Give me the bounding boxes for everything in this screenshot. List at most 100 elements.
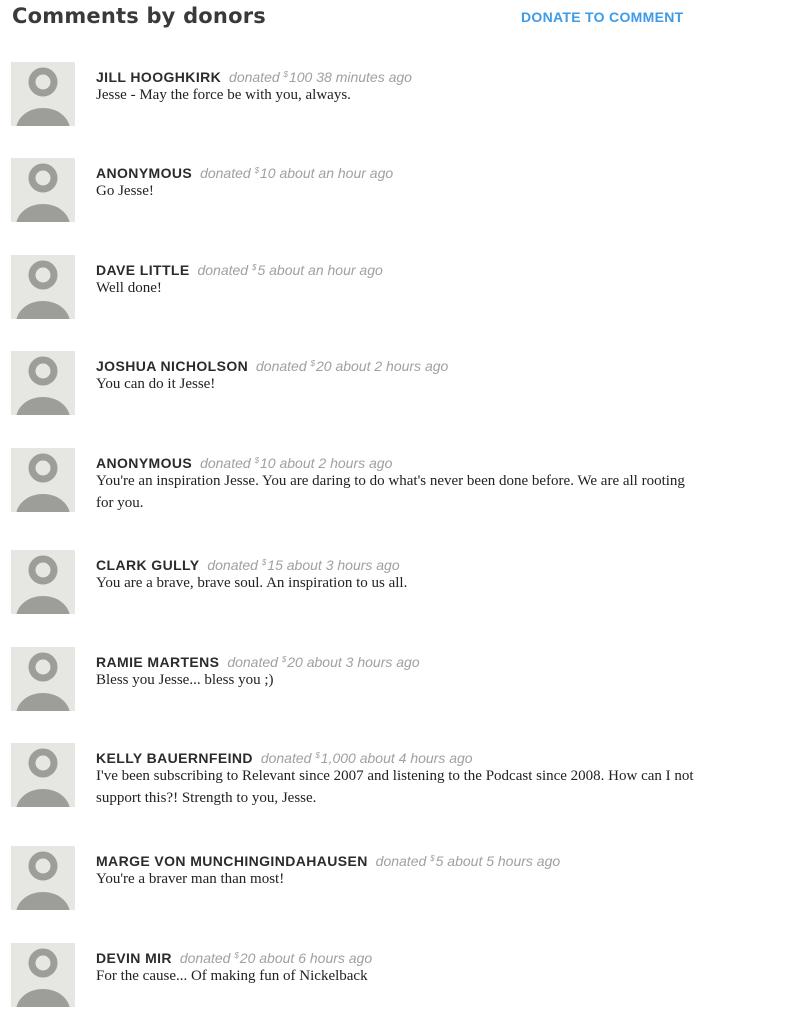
default-user-icon [16,260,70,319]
comment-text: Jesse - May the force be with you, alway… [96,87,351,103]
avatar[interactable] [11,351,75,415]
default-user-icon [16,652,70,711]
default-user-icon [16,356,70,415]
comment-meta: KELLY BAUERNFEIND donated $1,000 about 4… [96,747,473,767]
default-user-icon [16,163,70,222]
donated-word: donated [207,557,258,573]
comment-time: about 5 hours ago [447,853,561,869]
donated-word: donated [197,262,249,278]
comment-text: For the cause... Of making fun of Nickel… [96,968,368,984]
currency-symbol: $ [261,558,267,567]
comment-meta: DEVIN MIR donated $20 about 6 hours ago [96,947,372,967]
donation-amount: 20 [315,358,332,374]
donated-word: donated [200,455,251,471]
default-user-icon [16,453,70,512]
donation-amount: 20 [287,654,303,670]
comment-time: about an hour ago [269,262,383,278]
donation-info: donated $20 about 2 hours ago [256,358,448,374]
donation-amount: 15 [267,557,283,573]
currency-symbol: $ [315,751,320,760]
currency-symbol: $ [310,359,315,368]
currency-symbol: $ [254,456,260,465]
comment-text: You can do it Jesse! [96,376,216,392]
avatar[interactable] [11,846,75,910]
donation-amount: 5 [257,262,266,278]
comment-meta: ANONYMOUS donated $10 about an hour ago [96,162,393,182]
comment-text: You are a brave, brave soul. An inspirat… [96,575,408,591]
donor-name[interactable]: ANONYMOUS [96,165,192,181]
comment-meta: MARGE VON MUNCHINGINDAHAUSEN donated $5 … [96,850,560,870]
comment-text: Well done! [96,280,162,296]
comment-time: about an hour ago [279,165,394,181]
comment-text: Bless you Jesse... bless you ;) [96,672,274,688]
donor-name[interactable]: KELLY BAUERNFEIND [96,750,253,766]
comment-meta: JILL HOOGHKIRK donated $100 38 minutes a… [96,66,412,86]
donated-word: donated [375,853,427,869]
avatar[interactable] [11,62,75,126]
comment-time: about 3 hours ago [306,654,420,670]
default-user-icon [16,948,70,1007]
donation-info: donated $10 about 2 hours ago [200,455,392,471]
comment-time: about 6 hours ago [259,950,373,966]
currency-symbol: $ [234,951,239,960]
donation-amount: 5 [435,853,444,869]
donation-info: donated $10 about an hour ago [200,165,393,181]
comment-time: about 2 hours ago [279,455,393,471]
donation-info: donated $5 about an hour ago [197,262,382,278]
comment-meta: RAMIE MARTENS donated $20 about 3 hours … [96,651,420,671]
donated-word: donated [229,69,280,85]
donor-name[interactable]: JOSHUA NICHOLSON [96,358,248,374]
avatar[interactable] [11,448,75,512]
comment-time: about 3 hours ago [286,557,400,573]
donor-name[interactable]: CLARK GULLY [96,557,199,573]
donated-word: donated [179,950,231,966]
donation-amount: 1,000 [320,750,356,766]
page-title: Comments by donors [12,4,266,28]
donation-amount: 10 [260,455,276,471]
donor-name[interactable]: DEVIN MIR [96,950,172,966]
currency-symbol: $ [430,854,435,863]
comment-text: You're a braver man than most! [96,871,285,887]
default-user-icon [16,748,70,807]
donate-to-comment-link[interactable]: DONATE TO COMMENT [521,9,683,25]
avatar[interactable] [11,255,75,319]
donor-name[interactable]: MARGE VON MUNCHINGINDAHAUSEN [96,853,368,869]
avatar[interactable] [11,550,75,614]
currency-symbol: $ [254,166,260,175]
donated-word: donated [227,654,278,670]
donor-name[interactable]: DAVE LITTLE [96,262,190,278]
comments-header: Comments by donors DONATE TO COMMENT [0,0,786,40]
donor-name[interactable]: RAMIE MARTENS [96,654,219,670]
avatar[interactable] [11,743,75,807]
comment-text: Go Jesse! [96,183,154,199]
avatar[interactable] [11,158,75,222]
comment-text: I've been subscribing to Relevant since … [96,768,694,806]
avatar[interactable] [11,943,75,1007]
currency-symbol: $ [283,70,288,79]
comment-text: You're an inspiration Jesse. You are dar… [96,473,685,511]
comment-time: about 2 hours ago [335,358,449,374]
donation-amount: 10 [260,165,276,181]
donated-word: donated [260,750,312,766]
donated-word: donated [256,358,307,374]
default-user-icon [16,851,70,910]
donor-name[interactable]: JILL HOOGHKIRK [96,69,221,85]
default-user-icon [16,555,70,614]
comment-time: about 4 hours ago [359,750,473,766]
avatar[interactable] [11,647,75,711]
donor-name[interactable]: ANONYMOUS [96,455,192,471]
comment-meta: CLARK GULLY donated $15 about 3 hours ag… [96,554,400,574]
comment-meta: DAVE LITTLE donated $5 about an hour ago [96,259,383,279]
donation-amount: 20 [239,950,256,966]
donation-info: donated $20 about 3 hours ago [227,654,419,670]
donation-info: donated $5 about 5 hours ago [376,853,561,869]
currency-symbol: $ [281,655,287,664]
default-user-icon [16,67,70,126]
comment-meta: JOSHUA NICHOLSON donated $20 about 2 hou… [96,355,448,375]
donation-info: donated $100 38 minutes ago [229,69,412,85]
donated-word: donated [200,165,251,181]
donation-amount: 100 [288,69,313,85]
donation-info: donated $20 about 6 hours ago [180,950,372,966]
currency-symbol: $ [251,263,257,272]
comment-meta: ANONYMOUS donated $10 about 2 hours ago [96,452,392,472]
